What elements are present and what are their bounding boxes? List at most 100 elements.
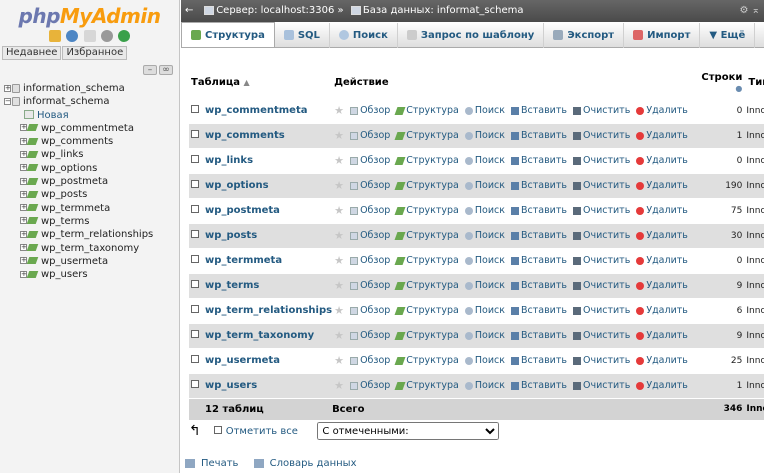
row-checkbox[interactable]: [191, 380, 199, 388]
action-drop[interactable]: Удалить: [636, 130, 688, 141]
favorite-star-icon[interactable]: ★: [334, 179, 346, 192]
tree-item[interactable]: Новая: [0, 109, 179, 122]
documentation-icon[interactable]: [83, 30, 96, 42]
action-browse[interactable]: Обзор: [350, 180, 390, 191]
action-drop[interactable]: Удалить: [636, 230, 688, 241]
row-checkbox[interactable]: [191, 255, 199, 263]
favorite-star-icon[interactable]: ★: [334, 104, 346, 117]
action-drop[interactable]: Удалить: [636, 380, 688, 391]
action-insert[interactable]: Вставить: [510, 255, 567, 266]
row-checkbox[interactable]: [191, 355, 199, 363]
table-name-link[interactable]: wp_comments: [203, 123, 333, 149]
action-empty[interactable]: Очистить: [572, 155, 630, 166]
action-empty[interactable]: Очистить: [572, 330, 630, 341]
tree-item[interactable]: + wp_posts: [0, 188, 179, 201]
favorite-star-icon[interactable]: ★: [334, 129, 346, 142]
action-insert[interactable]: Вставить: [510, 380, 567, 391]
help-icon[interactable]: ●: [735, 84, 742, 93]
row-checkbox[interactable]: [191, 155, 199, 163]
with-selected-select[interactable]: С отмеченными:: [317, 422, 500, 440]
action-search[interactable]: Поиск: [464, 355, 505, 366]
table-name-link[interactable]: wp_commentmeta: [203, 98, 333, 124]
row-checkbox[interactable]: [191, 305, 199, 313]
action-drop[interactable]: Удалить: [636, 305, 688, 316]
data-dictionary-link[interactable]: Словарь данных: [253, 458, 363, 469]
tree-item[interactable]: + wp_commentmeta: [0, 122, 179, 135]
tab-chevron-down[interactable]: ▼ Ещё: [700, 23, 756, 48]
action-insert[interactable]: Вставить: [510, 305, 567, 316]
action-insert[interactable]: Вставить: [510, 230, 567, 241]
action-search[interactable]: Поиск: [464, 180, 505, 191]
action-browse[interactable]: Обзор: [350, 155, 390, 166]
action-search[interactable]: Поиск: [464, 380, 505, 391]
collapse-arrow-icon[interactable]: ←: [185, 0, 197, 22]
action-browse[interactable]: Обзор: [350, 355, 390, 366]
action-browse[interactable]: Обзор: [350, 130, 390, 141]
action-browse[interactable]: Обзор: [350, 305, 390, 316]
table-name-link[interactable]: wp_posts: [203, 223, 333, 249]
table-name-link[interactable]: wp_term_taxonomy: [203, 323, 333, 349]
action-structure[interactable]: Структура: [394, 230, 459, 241]
action-drop[interactable]: Удалить: [636, 205, 688, 216]
action-empty[interactable]: Очистить: [572, 280, 630, 291]
action-browse[interactable]: Обзор: [350, 230, 390, 241]
action-empty[interactable]: Очистить: [572, 230, 630, 241]
collapse-icon[interactable]: −: [4, 97, 11, 105]
action-insert[interactable]: Вставить: [510, 130, 567, 141]
tab-structure[interactable]: Структура: [181, 22, 275, 47]
action-structure[interactable]: Структура: [394, 380, 459, 391]
action-search[interactable]: Поиск: [464, 130, 505, 141]
favorite-star-icon[interactable]: ★: [334, 154, 346, 167]
action-browse[interactable]: Обзор: [350, 330, 390, 341]
favorite-star-icon[interactable]: ★: [334, 229, 346, 242]
action-insert[interactable]: Вставить: [510, 330, 567, 341]
table-name-link[interactable]: wp_termmeta: [203, 248, 333, 274]
breadcrumb-database[interactable]: База данных: informat_schema: [363, 5, 524, 16]
action-insert[interactable]: Вставить: [510, 105, 567, 116]
expand-icon[interactable]: +: [4, 84, 11, 92]
col-header-rows[interactable]: Строки ●: [699, 68, 747, 99]
action-search[interactable]: Поиск: [464, 230, 505, 241]
tree-item[interactable]: + wp_users: [0, 268, 179, 281]
row-checkbox[interactable]: [191, 130, 199, 138]
home-icon[interactable]: [49, 30, 62, 42]
row-checkbox[interactable]: [191, 280, 199, 288]
action-browse[interactable]: Обзор: [350, 255, 390, 266]
action-structure[interactable]: Структура: [394, 155, 459, 166]
action-structure[interactable]: Структура: [394, 330, 459, 341]
favorite-star-icon[interactable]: ★: [334, 279, 346, 292]
tree-item[interactable]: + wp_term_taxonomy: [0, 242, 179, 255]
action-drop[interactable]: Удалить: [636, 355, 688, 366]
row-checkbox[interactable]: [191, 230, 199, 238]
table-name-link[interactable]: wp_links: [203, 148, 333, 174]
tree-item[interactable]: + wp_links: [0, 148, 179, 161]
action-search[interactable]: Поиск: [464, 305, 505, 316]
action-empty[interactable]: Очистить: [572, 130, 630, 141]
tree-item[interactable]: + wp_usermeta: [0, 255, 179, 268]
tab-sql[interactable]: SQL: [275, 23, 330, 48]
action-empty[interactable]: Очистить: [572, 180, 630, 191]
table-name-link[interactable]: wp_usermeta: [203, 348, 333, 374]
table-name-link[interactable]: wp_postmeta: [203, 198, 333, 224]
action-structure[interactable]: Структура: [394, 180, 459, 191]
tree-item[interactable]: + information_schema: [0, 82, 179, 95]
action-drop[interactable]: Удалить: [636, 180, 688, 191]
action-structure[interactable]: Структура: [394, 255, 459, 266]
favorite-star-icon[interactable]: ★: [334, 329, 346, 342]
action-structure[interactable]: Структура: [394, 130, 459, 141]
favorite-star-icon[interactable]: ★: [334, 354, 346, 367]
action-drop[interactable]: Удалить: [636, 330, 688, 341]
favorite-star-icon[interactable]: ★: [334, 379, 346, 392]
tab-query[interactable]: Запрос по шаблону: [398, 23, 545, 48]
action-search[interactable]: Поиск: [464, 280, 505, 291]
print-link[interactable]: Печать: [185, 458, 244, 469]
row-checkbox[interactable]: [191, 330, 199, 338]
tree-item[interactable]: + wp_comments: [0, 135, 179, 148]
row-checkbox[interactable]: [191, 180, 199, 188]
action-drop[interactable]: Удалить: [636, 105, 688, 116]
breadcrumb-server[interactable]: Сервер: localhost:3306: [216, 5, 334, 16]
table-name-link[interactable]: wp_users: [203, 373, 333, 399]
action-structure[interactable]: Структура: [394, 280, 459, 291]
action-drop[interactable]: Удалить: [636, 155, 688, 166]
action-insert[interactable]: Вставить: [510, 155, 567, 166]
